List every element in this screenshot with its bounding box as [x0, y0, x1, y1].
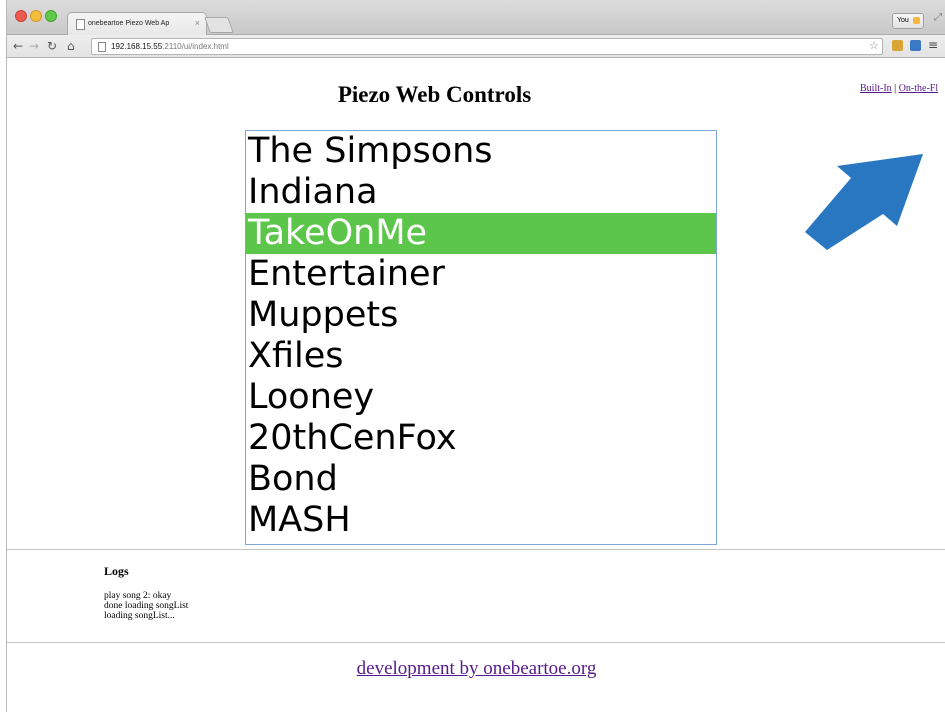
- log-line: play song 2: okay: [104, 591, 172, 601]
- page-title: Piezo Web Controls: [337, 82, 532, 107]
- back-arrow-icon[interactable]: ←: [13, 39, 23, 53]
- song-option[interactable]: Muppets: [246, 295, 716, 336]
- profile-label: You: [897, 17, 909, 24]
- close-window-button[interactable]: [15, 10, 27, 22]
- forward-arrow-icon[interactable]: →: [29, 39, 39, 53]
- mode-links: Built-In | On-the-Fl: [860, 83, 938, 94]
- song-option[interactable]: MASH: [246, 500, 716, 541]
- address-bar[interactable]: 192.168.15.55:2110/ui/index.html: [91, 38, 883, 55]
- profile-avatar-icon: [913, 17, 920, 24]
- browser-window: onebeartoe Piezo Web Ap × You ⤢ ← → ↻ ⌂ …: [6, 0, 945, 712]
- tab-close-button[interactable]: ×: [195, 18, 200, 28]
- song-option[interactable]: TakeOnMe: [246, 213, 716, 254]
- footer-link[interactable]: development by onebeartoe.org: [357, 658, 597, 679]
- built-in-link[interactable]: Built-In: [860, 83, 892, 94]
- fullscreen-icon[interactable]: ⤢: [934, 12, 942, 23]
- arrow-annotation-icon: [805, 154, 923, 250]
- url-host: 192.168.15.55: [111, 42, 163, 51]
- divider: [7, 549, 945, 550]
- bookmark-star-icon[interactable]: ☆: [869, 39, 879, 52]
- reload-icon[interactable]: ↻: [47, 39, 57, 53]
- url-text: 192.168.15.55:2110/ui/index.html: [111, 42, 229, 51]
- web-page: Piezo Web Controls Built-In | On-the-Fl …: [7, 58, 945, 712]
- song-option[interactable]: Bond: [246, 459, 716, 500]
- menu-icon[interactable]: ≡: [928, 38, 938, 52]
- divider: [7, 642, 945, 643]
- song-option[interactable]: 20thCenFox: [246, 418, 716, 459]
- tab-bar: onebeartoe Piezo Web Ap × You ⤢: [7, 0, 945, 35]
- home-icon[interactable]: ⌂: [67, 39, 75, 53]
- log-line: done loading songList: [104, 601, 189, 611]
- logs-heading: Logs: [104, 564, 129, 578]
- song-option[interactable]: The Simpsons: [246, 131, 716, 172]
- mode-separator: |: [894, 83, 897, 94]
- browser-tab[interactable]: onebeartoe Piezo Web Ap ×: [67, 12, 207, 35]
- zoom-window-button[interactable]: [45, 10, 57, 22]
- page-info-icon: [98, 42, 106, 52]
- page-icon: [76, 19, 85, 30]
- song-option[interactable]: Looney: [246, 377, 716, 418]
- footer: development by onebeartoe.org: [7, 658, 945, 680]
- song-option[interactable]: Xfiles: [246, 336, 716, 377]
- url-path: :2110/ui/index.html: [162, 42, 229, 51]
- song-option[interactable]: Entertainer: [246, 254, 716, 295]
- minimize-window-button[interactable]: [30, 10, 42, 22]
- song-option[interactable]: Indiana: [246, 172, 716, 213]
- extension-icon-2[interactable]: [910, 40, 921, 51]
- extension-icon[interactable]: [892, 40, 903, 51]
- profile-button[interactable]: You: [892, 13, 924, 29]
- log-line: loading songList...: [104, 611, 175, 621]
- tab-title: onebeartoe Piezo Web Ap: [88, 20, 170, 27]
- new-tab-button[interactable]: [204, 17, 234, 33]
- on-the-fly-link[interactable]: On-the-Fl: [899, 83, 938, 94]
- browser-toolbar: ← → ↻ ⌂ 192.168.15.55:2110/ui/index.html…: [7, 35, 945, 58]
- song-list[interactable]: The Simpsons Indiana TakeOnMe Entertainer Mu…: [245, 130, 717, 545]
- log-output: play song 2: okay done loading songList lo…: [104, 591, 188, 621]
